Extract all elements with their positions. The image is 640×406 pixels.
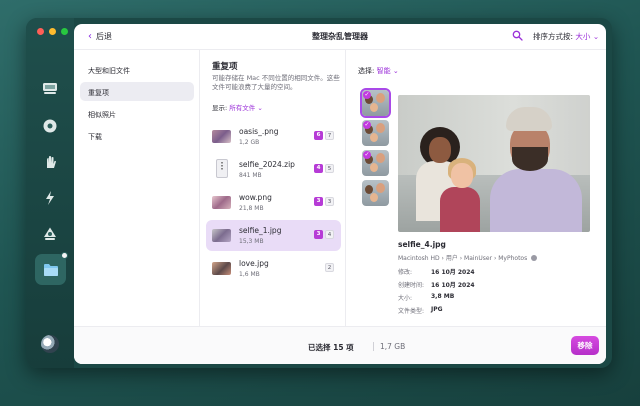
preview-file-name: selfie_4.jpg bbox=[398, 240, 446, 249]
category-list: 大型和旧文件 重复项 相似照片 下载 bbox=[74, 50, 200, 326]
file-size: 1,6 MB bbox=[239, 271, 260, 278]
file-size: 841 MB bbox=[239, 172, 262, 179]
detail-value: 16 10月 2024 bbox=[431, 282, 475, 289]
file-name: selfie_2024.zip bbox=[239, 160, 295, 169]
duplicate-count-badges: 6 7 bbox=[314, 131, 334, 140]
close-window-button[interactable] bbox=[37, 28, 44, 35]
total-count-badge: 7 bbox=[325, 131, 334, 140]
file-thumbnail bbox=[212, 196, 231, 209]
total-count-badge: 4 bbox=[325, 230, 334, 239]
file-row-selected[interactable]: selfie_1.jpg 15,3 MB 3 4 bbox=[206, 220, 341, 251]
app-sidebar bbox=[26, 18, 74, 368]
protection-icon[interactable] bbox=[40, 116, 60, 136]
duplicate-count-badges: 2 bbox=[325, 263, 334, 272]
duplicate-count-badges: 3 4 bbox=[314, 230, 334, 239]
show-label: 显示: bbox=[212, 104, 228, 112]
file-name: oasis_.png bbox=[239, 127, 279, 136]
sort-label: 排序方式按: bbox=[533, 32, 574, 41]
category-similar-photos[interactable]: 相似照片 bbox=[80, 104, 194, 123]
my-clutter-icon[interactable] bbox=[35, 252, 68, 285]
selected-count-badge: 4 bbox=[314, 164, 323, 173]
select-label: 选择: bbox=[358, 67, 375, 75]
file-thumbnail bbox=[212, 229, 231, 242]
window-controls bbox=[37, 28, 68, 35]
checkmark-icon: ✓ bbox=[363, 121, 371, 129]
category-duplicates[interactable]: 重复项 bbox=[80, 82, 194, 101]
file-thumbnail bbox=[212, 130, 231, 143]
file-row[interactable]: wow.png 21,8 MB 3 3 bbox=[206, 187, 341, 218]
preview-file-path: Macintosh HD › 用户 › MainUser › MyPhotos bbox=[398, 253, 538, 262]
checkmark-icon: ✓ bbox=[363, 91, 371, 99]
duplicate-count-badges: 4 5 bbox=[314, 164, 334, 173]
detail-value: 3,8 MB bbox=[431, 293, 455, 300]
show-filter[interactable]: 显示: 所有文件 ⌄ bbox=[212, 102, 263, 112]
file-size: 21,8 MB bbox=[239, 205, 264, 212]
applications-icon[interactable] bbox=[40, 188, 60, 208]
section-description: 可能存储在 Mac 不同位置的相同文件。这些文件可能浪费了大量的空间。 bbox=[212, 74, 340, 91]
chevron-down-icon: ⌄ bbox=[257, 104, 263, 112]
total-count-badge: 3 bbox=[325, 197, 334, 206]
category-downloads[interactable]: 下载 bbox=[80, 126, 194, 145]
chevron-down-icon: ⌄ bbox=[592, 32, 600, 41]
selected-count: 已选择 15 项 bbox=[308, 343, 354, 352]
performance-icon[interactable] bbox=[40, 152, 60, 172]
detail-label: 创建时间: bbox=[398, 282, 425, 289]
zip-file-icon bbox=[216, 159, 228, 178]
bottom-bar: 已选择 15 项 1,7 GB 移除 bbox=[74, 326, 606, 364]
duplicate-thumbnail[interactable]: ✓ bbox=[362, 150, 389, 176]
file-name: love.jpg bbox=[239, 259, 269, 268]
photo-preview bbox=[398, 95, 590, 232]
detail-label: 修改: bbox=[398, 269, 413, 276]
selected-count-badge: 6 bbox=[314, 131, 323, 140]
file-size: 15,3 MB bbox=[239, 238, 264, 245]
notification-dot bbox=[61, 252, 68, 259]
show-value: 所有文件 bbox=[229, 104, 256, 112]
file-row[interactable]: selfie_2024.zip 841 MB 4 5 bbox=[206, 154, 341, 185]
selected-size: 1,7 GB bbox=[380, 342, 406, 351]
sort-value: 大小 bbox=[575, 32, 591, 41]
remove-button[interactable]: 移除 bbox=[571, 336, 599, 355]
checkmark-icon: ✓ bbox=[363, 151, 371, 159]
detail-value: JPG bbox=[431, 306, 443, 313]
zoom-window-button[interactable] bbox=[61, 28, 68, 35]
smart-select-menu[interactable]: 选择: 智能 ⌄ bbox=[358, 66, 399, 76]
cleanup-icon[interactable] bbox=[40, 78, 60, 98]
divider bbox=[373, 342, 374, 351]
duplicate-thumbnail-selected[interactable]: ✓ bbox=[360, 88, 391, 118]
select-value: 智能 bbox=[376, 67, 391, 75]
category-large-old-files[interactable]: 大型和旧文件 bbox=[80, 60, 194, 79]
file-thumbnail bbox=[212, 262, 231, 275]
minimize-window-button[interactable] bbox=[49, 28, 56, 35]
path-text: Macintosh HD › 用户 › MainUser › MyPhotos bbox=[398, 255, 528, 262]
file-row[interactable]: oasis_.png 1,2 GB 6 7 bbox=[206, 121, 341, 152]
section-title: 重复项 bbox=[212, 62, 238, 72]
file-row[interactable]: love.jpg 1,6 MB 2 bbox=[206, 253, 341, 284]
selected-count-badge: 3 bbox=[314, 197, 323, 206]
detail-value: 16 10月 2024 bbox=[431, 269, 475, 276]
duplicates-list-panel: 重复项 可能存储在 Mac 不同位置的相同文件。这些文件可能浪费了大量的空间。 … bbox=[201, 50, 346, 326]
detail-label: 文件类型: bbox=[398, 308, 425, 315]
file-size: 1,2 GB bbox=[239, 139, 260, 146]
duplicate-count-badges: 3 3 bbox=[314, 197, 334, 206]
toolbar: ‹ 后退 整理杂乱管理器 排序方式按: 大小 ⌄ bbox=[74, 24, 606, 50]
search-icon[interactable] bbox=[512, 30, 523, 41]
total-count-badge: 2 bbox=[325, 263, 334, 272]
duplicate-thumbnail[interactable]: ✓ bbox=[362, 120, 389, 146]
total-count-badge: 5 bbox=[325, 164, 334, 173]
preview-panel: 选择: 智能 ⌄ ✓ ✓ ✓ selfie_4.jpg Macintosh HD… bbox=[347, 50, 606, 326]
main-panel: ‹ 后退 整理杂乱管理器 排序方式按: 大小 ⌄ 大型和旧文件 重复项 相似照片… bbox=[74, 24, 606, 364]
sort-menu[interactable]: 排序方式按: 大小 ⌄ bbox=[533, 31, 599, 42]
app-window: ‹ 后退 整理杂乱管理器 排序方式按: 大小 ⌄ 大型和旧文件 重复项 相似照片… bbox=[26, 18, 612, 368]
chevron-down-icon: ⌄ bbox=[392, 67, 399, 75]
reveal-in-finder-icon[interactable] bbox=[531, 255, 538, 261]
clutter-icon[interactable] bbox=[40, 224, 60, 244]
file-name: wow.png bbox=[239, 193, 272, 202]
duplicate-thumbnail[interactable] bbox=[362, 180, 389, 206]
assistant-icon[interactable] bbox=[41, 335, 59, 353]
detail-label: 大小: bbox=[398, 295, 413, 302]
window-title: 整理杂乱管理器 bbox=[312, 32, 368, 41]
selected-count-badge: 3 bbox=[314, 230, 323, 239]
file-name: selfie_1.jpg bbox=[239, 226, 282, 235]
